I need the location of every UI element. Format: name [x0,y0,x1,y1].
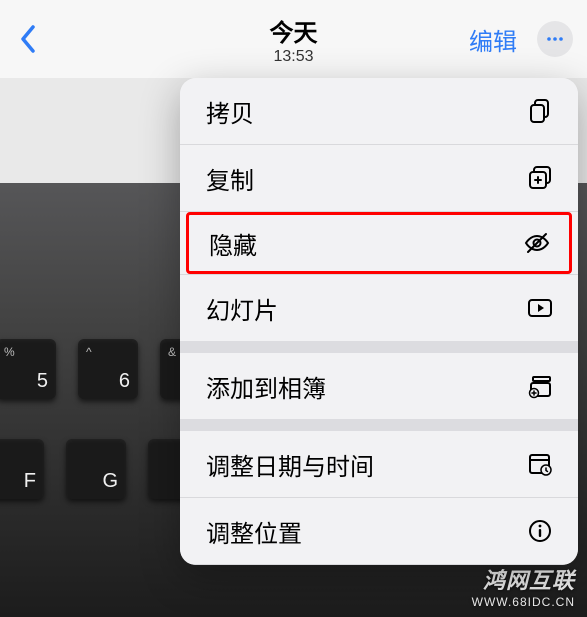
edit-button[interactable]: 编辑 [469,22,517,57]
menu-label: 调整日期与时间 [206,447,374,482]
menu-item-duplicate[interactable]: 拷贝 [180,78,578,144]
info-icon [526,517,554,545]
menu-item-adjust-date[interactable]: 调整日期与时间 [180,431,578,497]
menu-label: 添加到相簿 [206,369,326,404]
menu-label: 调整位置 [206,514,302,549]
copy-plus-icon [526,164,554,192]
header-right: 编辑 [469,21,573,57]
page-title: 今天 [270,13,318,48]
menu-label: 拷贝 [206,94,254,129]
header-bar: 今天 13:53 编辑 [0,0,587,78]
album-add-icon [526,372,554,400]
play-rectangle-icon [526,294,554,322]
watermark-title: 鸿网互联 [472,563,575,595]
title-group: 今天 13:53 [270,13,318,66]
menu-item-copy[interactable]: 复制 [180,145,578,211]
menu-item-add-to-album[interactable]: 添加到相簿 [180,353,578,419]
context-menu: 拷贝 复制 隐藏 幻灯片 添加到相簿 调整日期与时间 [180,78,578,565]
documents-icon [526,97,554,125]
more-button[interactable] [537,21,573,57]
calendar-clock-icon [526,450,554,478]
back-button[interactable] [14,25,42,53]
watermark-url: WWW.68IDC.CN [472,595,575,609]
menu-item-slideshow[interactable]: 幻灯片 [180,275,578,341]
watermark: 鸿网互联 WWW.68IDC.CN [472,563,575,609]
ellipsis-icon [545,29,565,49]
eye-slash-icon [523,229,551,257]
menu-item-adjust-location[interactable]: 调整位置 [180,498,578,564]
menu-label: 幻灯片 [206,291,278,326]
menu-label: 隐藏 [209,226,257,261]
menu-label: 复制 [206,161,254,196]
chevron-left-icon [19,25,37,53]
page-time: 13:53 [270,48,318,66]
menu-item-hide[interactable]: 隐藏 [186,212,572,274]
